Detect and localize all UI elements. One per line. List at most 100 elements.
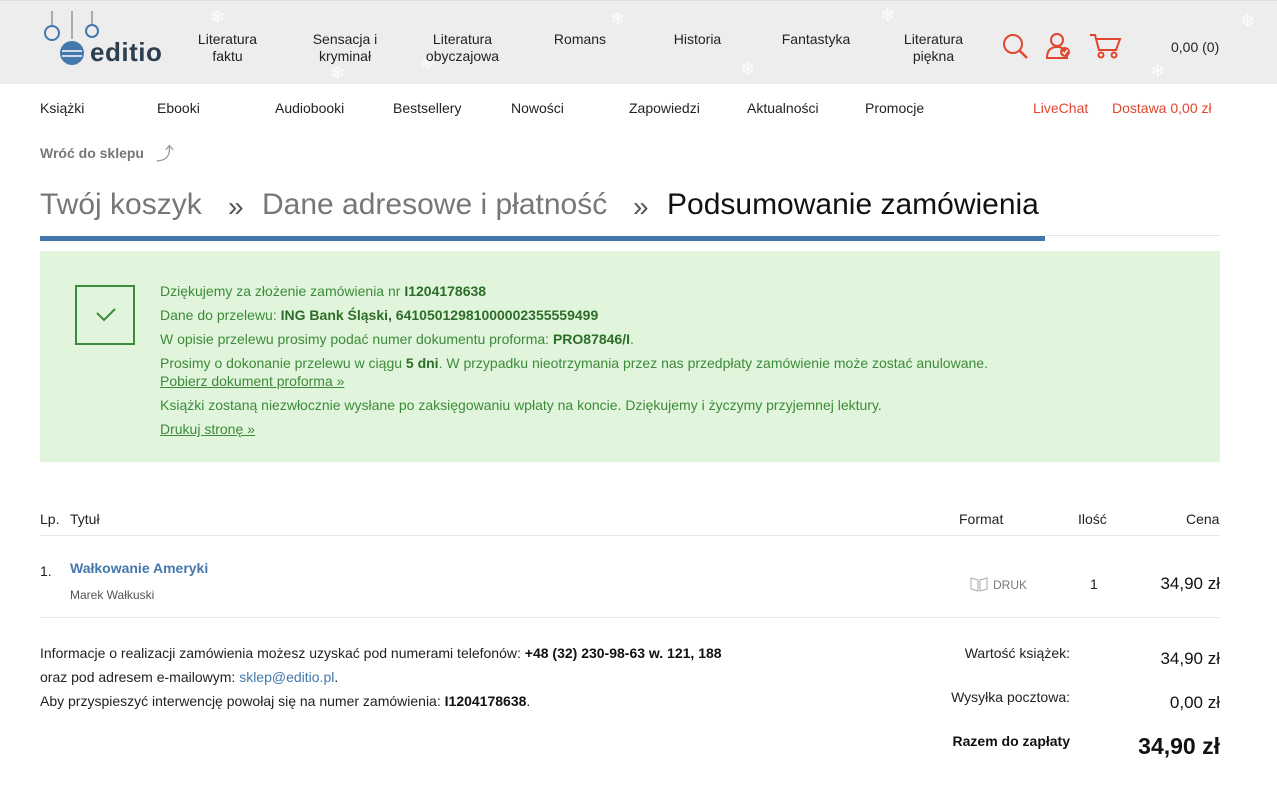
shipping-label: Wysyłka pocztowa:	[951, 689, 1070, 705]
category-literatura-faktu[interactable]: Literatura faktu	[190, 31, 265, 65]
category-fantastyka[interactable]: Fantastyka	[775, 31, 857, 48]
category-label: obyczajowa	[425, 48, 500, 64]
category-label: faktu	[212, 48, 243, 64]
proforma-label: W opisie przelewu prosimy podać numer do…	[160, 331, 553, 347]
site-header: ❄ ❄ ❄ ❄ ❄ ❄ ❄ ❄ editio Literatura faktu …	[0, 0, 1277, 84]
snowflake-decoration: ❄	[210, 7, 226, 27]
category-label: Sensacja i	[312, 31, 378, 47]
order-reference-number: I1204178638	[444, 693, 527, 709]
contact-phones-label: Informacje o realizacji zamówienia możes…	[40, 645, 525, 661]
book-quantity: 1	[1090, 576, 1098, 592]
step-summary: Podsumowanie zamówienia	[667, 188, 1039, 221]
punctuation: .	[526, 693, 531, 709]
nav-zapowiedzi[interactable]: Zapowiedzi	[629, 100, 700, 116]
cart-value[interactable]: 0,00 (0)	[1171, 39, 1219, 55]
return-arrow-icon: ⤴	[156, 144, 174, 164]
download-proforma-link[interactable]: Pobierz dokument proforma »	[160, 373, 344, 389]
order-thanks-text: Dziękujemy za złożenie zamówienia nr	[160, 283, 405, 299]
shipping-value: 0,00 zł	[1169, 693, 1220, 712]
step-separator: »	[633, 191, 649, 222]
table-divider	[40, 535, 1220, 536]
order-thanks-line: Dziękujemy za złożenie zamówienia nr I12…	[160, 283, 486, 299]
snowflake-decoration: ❄	[740, 59, 756, 79]
contact-phones: +48 (32) 230-98-63 w. 121, 188	[524, 645, 722, 661]
total-value: 34,90 zł	[1138, 733, 1220, 759]
category-label: Romans	[553, 31, 607, 47]
category-label: Historia	[673, 31, 722, 47]
proforma-number: PRO87846/I	[552, 331, 631, 347]
step-cart[interactable]: Twój koszyk	[40, 188, 202, 222]
step-address-payment[interactable]: Dane adresowe i płatność	[262, 188, 607, 222]
snowflake-decoration: ❄	[1240, 11, 1256, 31]
category-label: kryminał	[318, 48, 372, 64]
order-reference-label: Aby przyspieszyć interwencję powołaj się…	[40, 693, 445, 709]
col-header-qty: Ilość	[1078, 511, 1107, 527]
progress-bar-track	[1045, 235, 1220, 236]
contact-info-phones: Informacje o realizacji zamówienia możes…	[40, 645, 722, 661]
punctuation: .	[630, 331, 634, 347]
nav-nowosci[interactable]: Nowości	[511, 100, 564, 116]
contact-info-order: Aby przyspieszyć interwencję powołaj się…	[40, 693, 530, 709]
book-format: DRUK	[993, 578, 1028, 592]
category-label: Fantastyka	[781, 31, 851, 47]
deadline-label: Prosimy o dokonanie przelewu w ciągu	[160, 355, 406, 371]
snowflake-decoration: ❄	[880, 5, 896, 25]
order-success-panel: Dziękujemy za złożenie zamówienia nr I12…	[40, 251, 1220, 462]
col-header-format: Format	[959, 511, 1004, 527]
shipping-note: Książki zostaną niezwłocznie wysłane po …	[160, 397, 882, 413]
category-label: Literatura	[432, 31, 493, 47]
col-header-lp: Lp.	[40, 511, 60, 527]
contact-email-link[interactable]: sklep@editio.pl	[239, 669, 334, 685]
category-literatura-piekna[interactable]: Literatura piękna	[895, 31, 972, 65]
nav-bestsellery[interactable]: Bestsellery	[393, 100, 461, 116]
category-historia[interactable]: Historia	[665, 31, 730, 48]
book-title-link[interactable]: Wałkowanie Ameryki	[70, 560, 208, 576]
payment-deadline-line: Prosimy o dokonanie przelewu w ciągu 5 d…	[160, 355, 988, 371]
books-value-label: Wartość książek:	[964, 645, 1070, 661]
books-value: 34,90 zł	[1160, 649, 1220, 668]
category-sensacja-i-kryminal[interactable]: Sensacja i kryminał	[305, 31, 385, 65]
nav-audiobooki[interactable]: Audiobooki	[275, 100, 344, 116]
book-icon	[970, 577, 988, 592]
punctuation: .	[334, 669, 339, 685]
row-lp: 1.	[40, 563, 52, 579]
book-price: 34,90 zł	[1160, 574, 1220, 593]
logo-text[interactable]: editio	[90, 37, 162, 68]
delivery-info[interactable]: Dostawa 0,00 zł	[1112, 100, 1212, 116]
category-literatura-obyczajowa[interactable]: Literatura obyczajowa	[420, 31, 505, 65]
progress-bar	[40, 236, 1045, 241]
account-icon[interactable]	[1045, 31, 1073, 61]
nav-ebooki[interactable]: Ebooki	[157, 100, 200, 116]
contact-email-label: oraz pod adresem e-mailowym:	[40, 669, 240, 685]
category-label: piękna	[912, 48, 955, 64]
nav-aktualnosci[interactable]: Aktualności	[747, 100, 819, 116]
success-check-box	[75, 285, 135, 345]
cart-icon[interactable]	[1089, 32, 1123, 60]
order-number: I1204178638	[404, 283, 487, 299]
snowflake-decoration: ❄	[330, 63, 346, 83]
print-page-link[interactable]: Drukuj stronę »	[160, 421, 255, 437]
snowflake-decoration: ❄	[1150, 61, 1166, 81]
col-header-title: Tytuł	[70, 511, 100, 527]
category-label: Literatura	[197, 31, 258, 47]
category-romans[interactable]: Romans	[545, 31, 615, 48]
snowflake-decoration: ❄	[610, 9, 626, 29]
category-label: Literatura	[903, 31, 964, 47]
search-icon[interactable]	[1002, 33, 1030, 61]
nav-promocje[interactable]: Promocje	[865, 100, 924, 116]
check-icon	[96, 308, 116, 322]
bank-account: ING Bank Śląski, 64105012981000002355559…	[280, 307, 599, 323]
step-separator: »	[228, 191, 244, 222]
deadline-note: . W przypadku nieotrzymania przez nas pr…	[438, 355, 988, 371]
nav-ksiazki[interactable]: Książki	[40, 100, 84, 116]
transfer-data-line: Dane do przelewu: ING Bank Śląski, 64105…	[160, 307, 598, 323]
back-to-shop-link[interactable]: Wróć do sklepu	[40, 145, 144, 161]
col-header-price: Cena	[1186, 511, 1220, 527]
total-label: Razem do zapłaty	[952, 733, 1070, 749]
livechat-link[interactable]: LiveChat	[1033, 100, 1088, 116]
contact-info-email: oraz pod adresem e-mailowym: sklep@editi…	[40, 669, 338, 685]
deadline-days: 5 dni	[405, 355, 439, 371]
book-author: Marek Wałkuski	[70, 588, 155, 602]
proforma-line: W opisie przelewu prosimy podać numer do…	[160, 331, 634, 347]
table-divider	[40, 617, 1220, 618]
